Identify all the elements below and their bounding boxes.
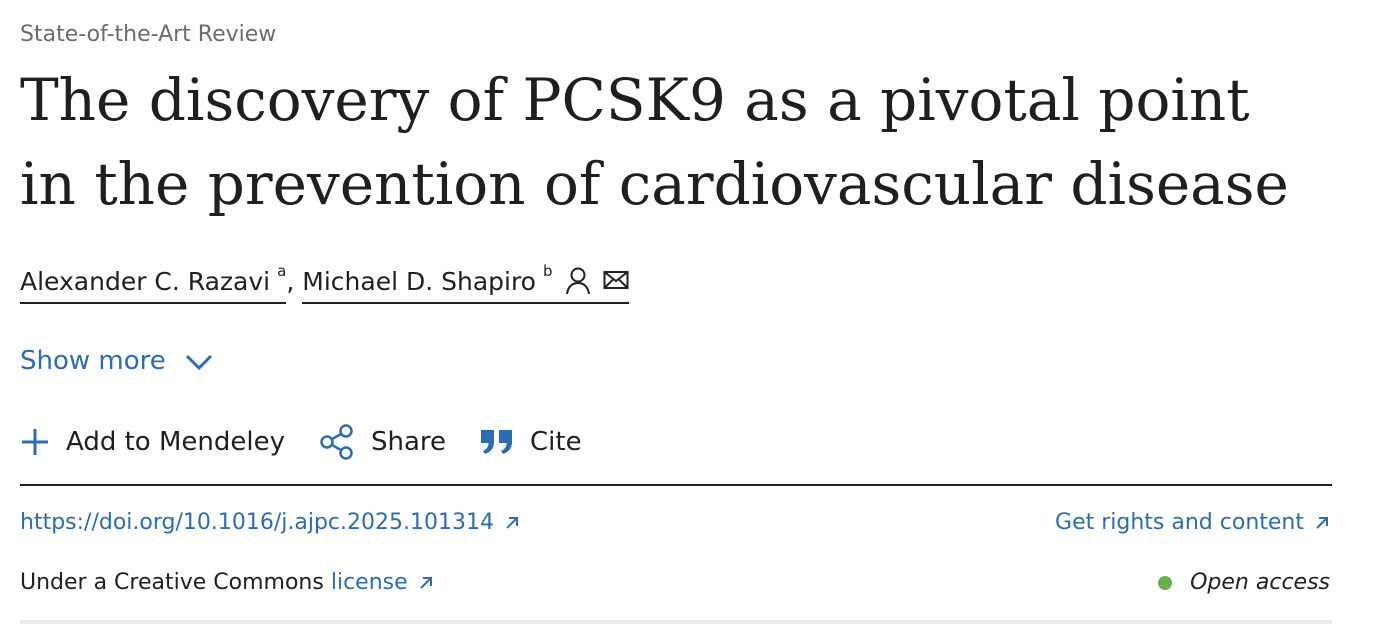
article-header: State-of-the-Art Review The discovery of… [20, 0, 1332, 634]
open-access-label: Open access [1190, 570, 1330, 595]
mendeley-label: Add to Mendeley [66, 427, 285, 457]
quote-icon [480, 428, 514, 456]
external-link-icon [504, 515, 520, 531]
cite-button[interactable]: Cite [480, 427, 582, 457]
license-prefix: Under a Creative Commons [20, 570, 324, 595]
author-shapiro[interactable]: Michael D. Shapiro b [302, 262, 629, 304]
cite-label: Cite [530, 427, 582, 457]
author-list: Alexander C. Razavi a , Michael D. Shapi… [20, 262, 629, 304]
show-more-button[interactable]: Show more [20, 346, 214, 376]
doi-text: https://doi.org/10.1016/j.ajpc.2025.1013… [20, 510, 494, 535]
external-link-icon [1314, 515, 1330, 531]
share-icon [319, 424, 355, 460]
header-divider [20, 484, 1332, 486]
author-name: Michael D. Shapiro [302, 267, 536, 296]
share-button[interactable]: Share [319, 424, 446, 460]
person-icon [565, 266, 591, 296]
author-affiliation: a [277, 262, 287, 280]
show-more-label: Show more [20, 346, 166, 376]
plus-icon [20, 427, 50, 457]
open-access-badge: Open access [1158, 570, 1330, 595]
author-affiliation: b [542, 262, 553, 280]
doi-link[interactable]: https://doi.org/10.1016/j.ajpc.2025.1013… [20, 510, 520, 535]
share-label: Share [370, 427, 447, 457]
section-rule [20, 620, 1332, 624]
get-rights-link[interactable]: Get rights and content [1055, 510, 1330, 535]
envelope-icon [603, 266, 629, 296]
author-razavi[interactable]: Alexander C. Razavi a [20, 262, 287, 304]
license-link-text: license [330, 570, 408, 595]
article-type-label: State-of-the-Art Review [20, 22, 277, 47]
chevron-down-icon [184, 350, 214, 372]
article-title: The discovery of PCSK9 as a pivotal poin… [20, 66, 1289, 218]
license-statement: Under a Creative Commons license [20, 570, 434, 595]
author-separator: , [286, 267, 295, 296]
open-access-dot-icon [1158, 575, 1173, 590]
license-link[interactable]: license [331, 570, 434, 595]
external-link-icon [418, 575, 434, 591]
add-to-mendeley-button[interactable]: Add to Mendeley [20, 427, 285, 457]
article-actions: Add to Mendeley Share Cite [20, 424, 616, 460]
rights-text: Get rights and content [1055, 510, 1304, 535]
author-name: Alexander C. Razavi [20, 267, 271, 296]
